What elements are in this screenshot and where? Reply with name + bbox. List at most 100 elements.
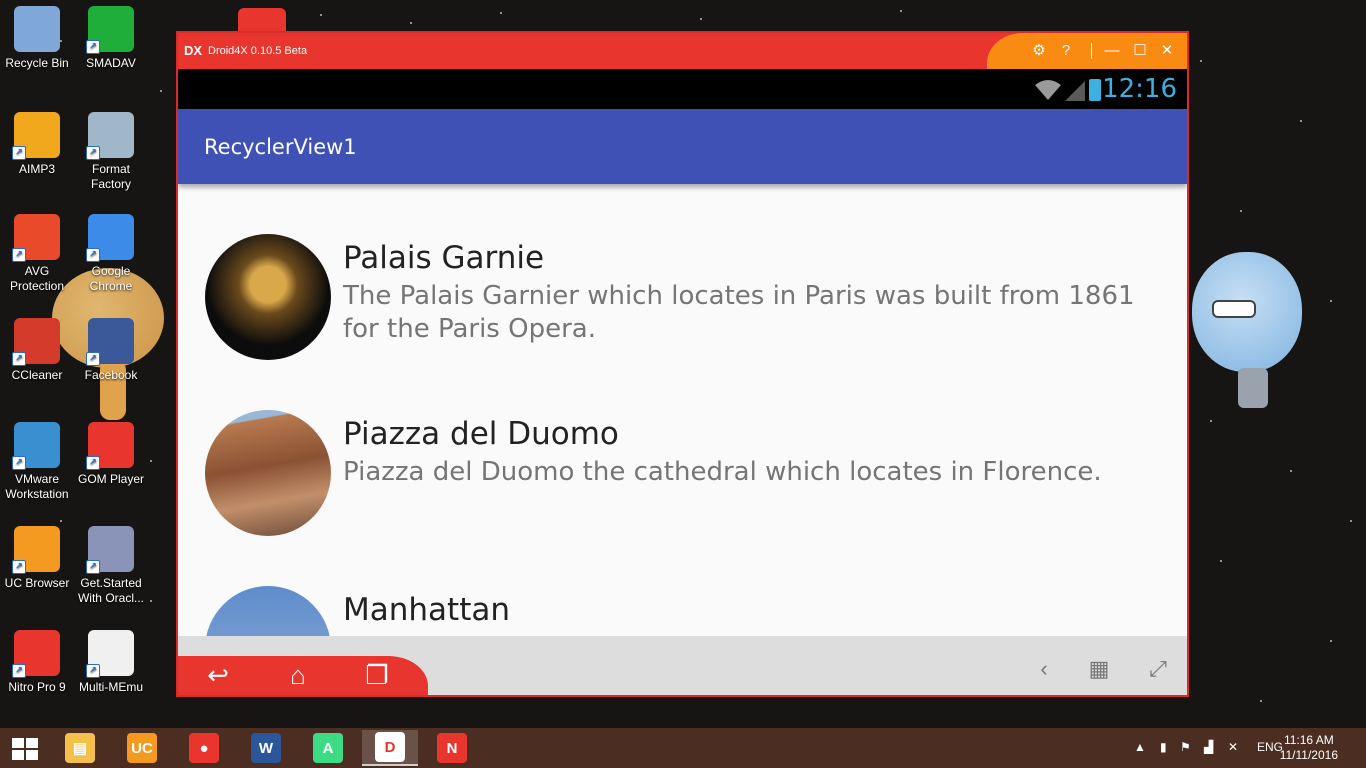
title-bar-separator: [1091, 43, 1092, 59]
shortcut-arrow-icon: ↗: [86, 560, 100, 574]
minimize-icon[interactable]: —: [1101, 40, 1123, 62]
desktop-icon[interactable]: ↗ AVG Protection: [0, 214, 74, 294]
wallpaper-star: [1240, 210, 1242, 212]
wallpaper-star: [1330, 640, 1332, 642]
wallpaper-star: [1290, 470, 1292, 472]
emulator-nav-bar: ↩ ⌂ ❐ ‹ ▦ ⤢: [178, 636, 1187, 695]
desktop-icon[interactable]: ↗ SMADAV: [74, 6, 148, 71]
droid4x-icon: D: [375, 732, 405, 762]
desktop-icon[interactable]: ↗ Facebook: [74, 318, 148, 383]
android-status-bar: 12:16: [178, 69, 1187, 109]
chevron-left-icon[interactable]: ‹: [1029, 654, 1059, 684]
desktop-icon[interactable]: ↗ Multi-MEmu: [74, 630, 148, 695]
facebook-icon: ↗: [86, 318, 134, 366]
gom-player-icon: ●: [189, 733, 219, 763]
shortcut-arrow-icon: ↗: [86, 664, 100, 678]
shortcut-arrow-icon: ↗: [12, 352, 26, 366]
desktop-icon-label: Nitro Pro 9: [8, 680, 66, 694]
shortcut-arrow-icon: ↗: [12, 664, 26, 678]
desktop-icon-label: Multi-MEmu: [78, 680, 143, 694]
list-item-title: Manhattan: [343, 592, 510, 628]
recycler-list[interactable]: Palais Garnie The Palais Garnier which l…: [178, 184, 1187, 636]
shortcut-arrow-icon: ↗: [86, 146, 100, 160]
list-item-description: The Palais Garnier which locates in Pari…: [343, 281, 1135, 344]
home-icon[interactable]: ⌂: [280, 660, 316, 690]
taskbar-clock[interactable]: 11:16 AM 11/11/2016: [1280, 733, 1338, 763]
desktop-icon[interactable]: ↗ UC Browser: [0, 526, 74, 591]
droid4x-desktop-icon[interactable]: [238, 8, 286, 32]
android-studio-icon: A: [313, 733, 343, 763]
wallpaper-star: [60, 520, 62, 522]
windows-start-icon[interactable]: [12, 738, 38, 760]
flag-icon[interactable]: ⚑: [1180, 740, 1191, 754]
word-icon: W: [251, 733, 281, 763]
desktop-icon-label: Google Chrome: [89, 264, 133, 293]
power-icon[interactable]: ▮: [1160, 740, 1167, 754]
list-item[interactable]: Piazza del Duomo Piazza del Duomo the ca…: [178, 360, 1187, 536]
nitro-pro-icon: N: [437, 733, 467, 763]
wallpaper-star: [1260, 700, 1262, 702]
list-item[interactable]: Manhattan: [178, 536, 1187, 636]
volume-muted-icon[interactable]: ✕: [1228, 740, 1238, 754]
desktop-icon[interactable]: ↗ Nitro Pro 9: [0, 630, 74, 695]
desktop-icon[interactable]: ↗ Get.Started With Oracl...: [74, 526, 148, 606]
taskbar-app-android-studio[interactable]: A: [300, 730, 356, 766]
desktop-icon-label: CCleaner: [11, 368, 63, 382]
network-signal-icon[interactable]: ▟: [1204, 740, 1213, 754]
list-item-description: Piazza del Duomo the cathedral which loc…: [343, 457, 1102, 487]
wallpaper-star: [900, 10, 902, 12]
settings-gear-icon[interactable]: ⚙: [1028, 40, 1050, 62]
memu-icon: ↗: [86, 630, 134, 678]
wallpaper-star: [700, 18, 702, 20]
recycle-bin-icon: [14, 6, 60, 52]
list-item-title: Piazza del Duomo: [343, 416, 619, 452]
wallpaper-star: [1300, 120, 1302, 122]
desktop-icon-label: GOM Player: [77, 472, 144, 486]
desktop-icon[interactable]: ↗ GOM Player: [74, 422, 148, 487]
desktop-icon-label: Recycle Bin: [5, 56, 69, 70]
uc-browser-icon: ↗: [12, 526, 60, 574]
wallpaper-star: [1330, 300, 1332, 302]
help-icon[interactable]: ?: [1055, 40, 1077, 62]
taskbar-date: 11/11/2016: [1279, 748, 1338, 762]
close-icon[interactable]: ✕: [1156, 40, 1178, 62]
desktop-icon[interactable]: ↗ Format Factory: [74, 112, 148, 192]
desktop-icon[interactable]: ↗ VMware Workstation: [0, 422, 74, 502]
piazza-del-duomo-photo: [205, 410, 331, 536]
taskbar-app-droid4x[interactable]: D: [362, 730, 418, 766]
desktop-icon-label: Facebook: [84, 368, 138, 382]
fullscreen-icon[interactable]: ⤢: [1143, 654, 1173, 684]
desktop-icon-label: VMware Workstation: [5, 472, 69, 501]
show-hidden-icons-icon[interactable]: ▲: [1134, 740, 1146, 754]
smadav-icon: ↗: [86, 6, 134, 54]
window-title: Droid4X 0.10.5 Beta: [208, 45, 308, 57]
taskbar-app-nitro-pro[interactable]: N: [424, 730, 480, 766]
recent-apps-icon[interactable]: ❐: [359, 660, 395, 690]
shortcut-arrow-icon: ↗: [12, 146, 26, 160]
chrome-icon: ↗: [86, 214, 134, 262]
keyboard-mapping-icon[interactable]: ▦: [1084, 654, 1114, 684]
taskbar-app-gom-player[interactable]: ●: [176, 730, 232, 766]
desktop-icon[interactable]: Recycle Bin: [0, 6, 74, 71]
app-toolbar: RecyclerView1: [178, 109, 1187, 184]
title-bar[interactable]: DX Droid4X 0.10.5 Beta ⚙ ? — ☐ ✕: [178, 33, 1187, 69]
desktop-icon[interactable]: ↗ CCleaner: [0, 318, 74, 383]
shortcut-arrow-icon: ↗: [12, 560, 26, 574]
wallpaper-star: [1210, 420, 1212, 422]
list-item[interactable]: Palais Garnie The Palais Garnier which l…: [178, 184, 1187, 360]
desktop-icon[interactable]: ↗ Google Chrome: [74, 214, 148, 294]
aimp-icon: ↗: [12, 112, 60, 160]
back-icon[interactable]: ↩: [200, 660, 236, 690]
maximize-icon[interactable]: ☐: [1129, 40, 1151, 62]
droid4x-window: DX Droid4X 0.10.5 Beta ⚙ ? — ☐ ✕ 12:16 R…: [176, 31, 1189, 697]
taskbar-app-word[interactable]: W: [238, 730, 294, 766]
nitro-icon: ↗: [12, 630, 60, 678]
taskbar-app-file-explorer[interactable]: ▤: [52, 730, 108, 766]
file-explorer-icon: ▤: [65, 733, 95, 763]
uc-browser-icon: UC: [127, 733, 157, 763]
manhattan-photo: [205, 586, 331, 636]
taskbar-app-uc-browser[interactable]: UC: [114, 730, 170, 766]
desktop-icon[interactable]: ↗ AIMP3: [0, 112, 74, 177]
palais-garnier-photo: [205, 234, 331, 360]
wallpaper-mascot-blue-mouth: [1212, 300, 1256, 318]
